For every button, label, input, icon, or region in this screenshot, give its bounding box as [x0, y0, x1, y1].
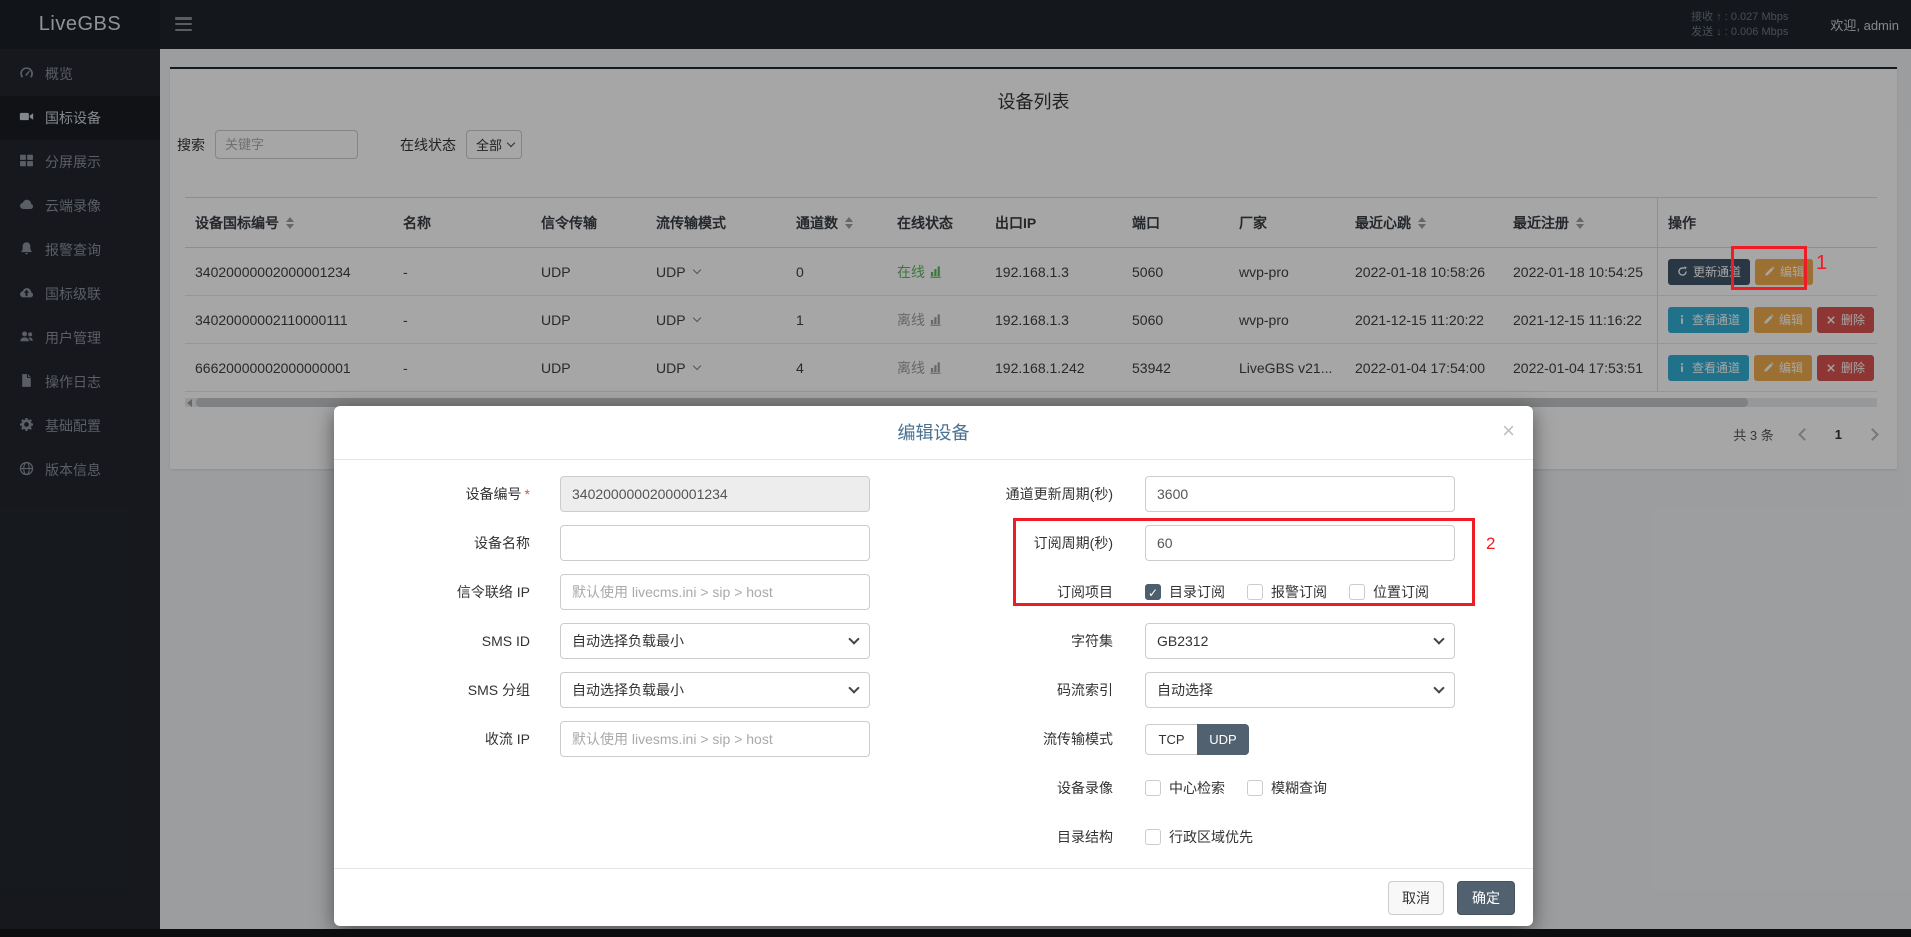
close-icon[interactable]: ×: [1502, 420, 1515, 442]
chevron-down-icon: [848, 633, 859, 644]
center-search-checkbox[interactable]: 中心检索: [1145, 778, 1225, 798]
sms-group-select[interactable]: 自动选择负载最小: [560, 672, 870, 708]
charset-select[interactable]: GB2312: [1145, 623, 1455, 659]
annotation-box-1: [1731, 246, 1807, 290]
annotation-number-1: 1: [1816, 252, 1827, 275]
device-id-label: 设备编号*: [334, 484, 530, 504]
chevron-down-icon: [848, 682, 859, 693]
checkbox-icon[interactable]: [1145, 829, 1161, 845]
checkbox-icon[interactable]: [1145, 780, 1161, 796]
annotation-box-2: [1013, 518, 1475, 606]
annotation-number-2: 2: [1486, 534, 1495, 554]
chevron-down-icon: [1433, 682, 1444, 693]
modal-title: 编辑设备: [334, 406, 1533, 460]
stream-index-select[interactable]: 自动选择: [1145, 672, 1455, 708]
device-name-field[interactable]: [560, 525, 870, 561]
fuzzy-query-checkbox[interactable]: 模糊查询: [1247, 778, 1327, 798]
sms-group-label: SMS 分组: [334, 680, 530, 700]
udp-toggle-button[interactable]: UDP: [1197, 724, 1249, 755]
stream-index-label: 码流索引: [919, 680, 1113, 700]
edit-device-modal: 编辑设备 × 设备编号* 设备名称 信令联络 IP SMS ID 自动选择负载最…: [334, 406, 1533, 926]
recv-stream-ip-field[interactable]: [560, 721, 870, 757]
confirm-button[interactable]: 确定: [1457, 881, 1515, 915]
sip-contact-ip-field[interactable]: [560, 574, 870, 610]
tcp-toggle-button[interactable]: TCP: [1145, 724, 1197, 755]
sms-id-label: SMS ID: [334, 633, 530, 649]
channel-update-cycle-field[interactable]: [1145, 476, 1455, 512]
required-asterisk: *: [525, 486, 530, 502]
chevron-down-icon: [1433, 633, 1444, 644]
recv-stream-ip-label: 收流 IP: [334, 729, 530, 749]
stream-mode-label: 流传输模式: [919, 729, 1113, 749]
sms-id-select[interactable]: 自动选择负载最小: [560, 623, 870, 659]
sip-contact-ip-label: 信令联络 IP: [334, 582, 530, 602]
device-name-label: 设备名称: [334, 533, 530, 553]
catalog-structure-label: 目录结构: [919, 827, 1113, 847]
device-id-field: [560, 476, 870, 512]
device-record-label: 设备录像: [919, 778, 1113, 798]
bottom-bar: [0, 929, 1911, 937]
channel-update-cycle-label: 通道更新周期(秒): [919, 484, 1113, 504]
charset-label: 字符集: [919, 631, 1113, 651]
checkbox-icon[interactable]: [1247, 780, 1263, 796]
admin-region-checkbox[interactable]: 行政区域优先: [1145, 827, 1253, 847]
cancel-button[interactable]: 取消: [1388, 881, 1444, 915]
